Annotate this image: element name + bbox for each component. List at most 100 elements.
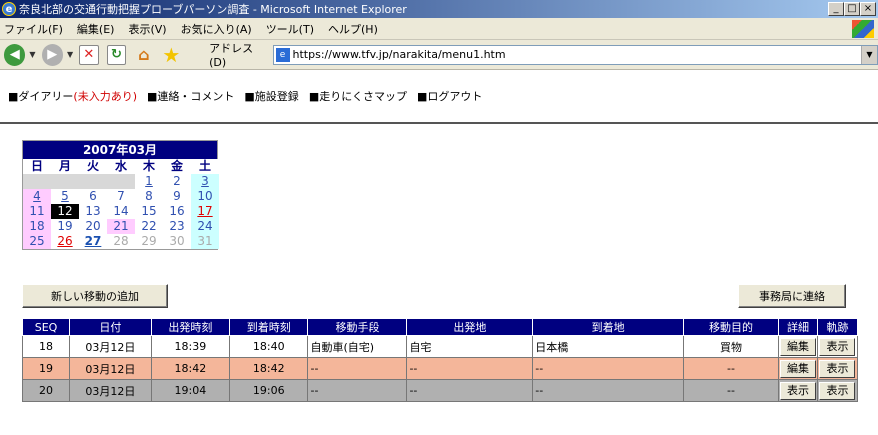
cell-dep: 18:39	[150, 335, 231, 358]
dow-sat: 土	[191, 159, 219, 174]
cell-from: --	[406, 379, 534, 402]
calendar-day-unentered[interactable]: 17	[191, 204, 219, 219]
cell-seq: 20	[21, 379, 71, 402]
table-row: 19 03月12日 18:42 18:42 -- -- -- -- 編集 表示	[21, 357, 859, 380]
cell-to: --	[532, 379, 685, 402]
calendar-day: 7	[107, 189, 135, 204]
cell-from: 自宅	[406, 335, 534, 358]
dow-thu: 木	[135, 159, 163, 174]
nav-map[interactable]: ■走りにくさマップ	[309, 88, 407, 104]
calendar-day: 21	[107, 219, 135, 234]
calendar-grid: 日 月 火 水 木 金 土 1 2 3 4 5 6 7 8 9 10 11 12…	[23, 159, 219, 249]
calendar-day[interactable]: 3	[191, 174, 219, 189]
cell-detail: 編集	[777, 335, 818, 358]
calendar-day: 30	[163, 234, 191, 249]
cell-mode: --	[307, 357, 408, 380]
cell-purpose: 買物	[683, 335, 779, 358]
menu-file[interactable]: ファイル(F)	[4, 21, 63, 37]
calendar-day: 13	[79, 204, 107, 219]
forward-dropdown-icon[interactable]: ▼	[67, 50, 73, 59]
refresh-icon[interactable]: ↻	[106, 44, 127, 65]
favorites-star-icon[interactable]: ★	[162, 43, 181, 67]
edit-button[interactable]: 編集	[779, 359, 816, 378]
calendar-empty	[107, 174, 135, 189]
nav-contact[interactable]: ■連絡・コメント	[147, 88, 234, 104]
calendar-empty	[51, 174, 79, 189]
nav-diary-label[interactable]: ■ダイアリー	[8, 90, 73, 103]
minimize-button[interactable]: _	[828, 2, 844, 16]
page-icon: e	[275, 47, 290, 62]
show-track-button[interactable]: 表示	[819, 381, 856, 400]
calendar-day[interactable]: 1	[135, 174, 163, 189]
calendar-day: 6	[79, 189, 107, 204]
col-header: 到着時刻	[229, 318, 309, 336]
menu-help[interactable]: ヘルプ(H)	[328, 21, 378, 37]
calendar-day: 31	[191, 234, 219, 249]
cell-track: 表示	[816, 379, 859, 402]
col-header: SEQ	[21, 318, 71, 336]
ie-icon: e	[2, 2, 16, 16]
edit-button[interactable]: 編集	[779, 337, 816, 356]
dow-mon: 月	[51, 159, 79, 174]
cell-track: 表示	[816, 357, 859, 380]
add-trip-button[interactable]: 新しい移動の追加	[22, 284, 168, 308]
calendar-day: 18	[23, 219, 51, 234]
calendar-day: 16	[163, 204, 191, 219]
maximize-button[interactable]: □	[844, 2, 860, 16]
dow-fri: 金	[163, 159, 191, 174]
forward-icon[interactable]: ▶	[41, 43, 63, 66]
col-header: 軌跡	[816, 318, 859, 336]
nav-logout[interactable]: ■ログアウト	[417, 88, 482, 104]
col-header: 移動手段	[307, 318, 408, 336]
calendar-day: 25	[23, 234, 51, 249]
menu-view[interactable]: 表示(V)	[128, 21, 166, 37]
trip-table: SEQ 日付 出発時刻 到着時刻 移動手段 出発地 到着地 移動目的 詳細 軌跡…	[21, 318, 859, 402]
address-bar[interactable]: e https://www.tfv.jp/narakita/menu1.htm …	[272, 44, 878, 65]
calendar-day[interactable]: 5	[51, 189, 79, 204]
show-track-button[interactable]: 表示	[819, 359, 856, 378]
page-nav: ■ダイアリー(未入力あり) ■連絡・コメント ■施設登録 ■走りにくさマップ ■…	[0, 70, 878, 124]
cell-arr: 18:40	[229, 335, 309, 358]
stop-icon[interactable]: ✕	[79, 44, 99, 65]
back-dropdown-icon[interactable]: ▼	[29, 50, 35, 59]
calendar-title: 2007年03月	[23, 141, 217, 159]
table-header: SEQ 日付 出発時刻 到着時刻 移動手段 出発地 到着地 移動目的 詳細 軌跡	[21, 318, 859, 336]
cell-mode: 自動車(自宅)	[307, 335, 408, 358]
calendar-day-selected[interactable]: 12	[51, 204, 79, 219]
col-header: 日付	[69, 318, 152, 336]
title-bar: e 奈良北部の交通行動把握プローブパーソン調査 - Microsoft Inte…	[0, 0, 878, 18]
nav-facility[interactable]: ■施設登録	[244, 88, 298, 104]
nav-diary[interactable]: ■ダイアリー(未入力あり)	[8, 88, 137, 104]
calendar-day: 20	[79, 219, 107, 234]
calendar-day[interactable]: 4	[23, 189, 51, 204]
back-icon[interactable]: ◀	[4, 43, 26, 66]
cell-to: --	[532, 357, 685, 380]
close-button[interactable]: ×	[860, 2, 876, 16]
calendar-day-unentered[interactable]: 26	[51, 234, 79, 249]
calendar-day: 23	[163, 219, 191, 234]
cell-dep: 19:04	[150, 379, 231, 402]
address-url[interactable]: https://www.tfv.jp/narakita/menu1.htm	[293, 48, 506, 61]
home-icon[interactable]: ⌂	[134, 45, 153, 65]
calendar-day-today[interactable]: 27	[79, 234, 107, 249]
table-row: 20 03月12日 19:04 19:06 -- -- -- -- 表示 表示	[21, 379, 859, 402]
calendar-day: 8	[135, 189, 163, 204]
cell-purpose: --	[683, 379, 779, 402]
menu-favorites[interactable]: お気に入り(A)	[181, 21, 252, 37]
cell-date: 03月12日	[69, 379, 152, 402]
contact-office-button[interactable]: 事務局に連絡	[738, 284, 846, 308]
menu-tools[interactable]: ツール(T)	[266, 21, 314, 37]
cell-date: 03月12日	[69, 335, 152, 358]
calendar-day: 29	[135, 234, 163, 249]
show-track-button[interactable]: 表示	[819, 337, 856, 356]
col-header: 詳細	[777, 318, 818, 336]
show-detail-button[interactable]: 表示	[779, 381, 816, 400]
menu-edit[interactable]: 編集(E)	[77, 21, 115, 37]
address-dropdown-icon[interactable]: ▼	[860, 45, 877, 64]
cell-track: 表示	[816, 335, 859, 358]
calendar-empty	[23, 174, 51, 189]
col-header: 出発地	[406, 318, 534, 336]
window-title: 奈良北部の交通行動把握プローブパーソン調査 - Microsoft Intern…	[19, 3, 407, 16]
window-controls: _ □ ×	[828, 2, 876, 16]
cell-date: 03月12日	[69, 357, 152, 380]
